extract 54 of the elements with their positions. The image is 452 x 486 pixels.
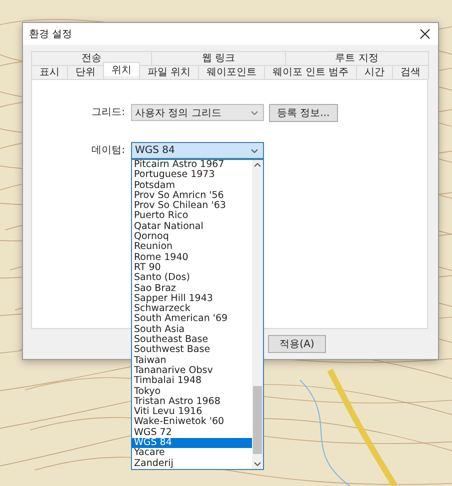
properties-button[interactable]: 등록 정보...: [269, 104, 338, 122]
list-option[interactable]: Qatar National: [132, 222, 252, 232]
scrollbar-thumb[interactable]: [253, 386, 262, 454]
grid-dropdown[interactable]: 사용자 정의 그리드: [131, 104, 264, 121]
tab[interactable]: 단위: [66, 65, 104, 79]
list-option[interactable]: Santo (Dos): [132, 273, 252, 284]
list-option[interactable]: Tananarive Obsv: [132, 366, 252, 376]
list-option[interactable]: Sao Braz: [132, 284, 252, 294]
tab[interactable]: 위치: [102, 62, 140, 76]
list-option[interactable]: Prov So Chilean '63: [132, 201, 252, 212]
list-option[interactable]: WGS 84: [132, 438, 252, 448]
list-option[interactable]: Sapper Hill 1943: [132, 294, 252, 304]
close-icon[interactable]: [420, 29, 430, 39]
datum-label: 데이텀:: [90, 144, 125, 158]
list-option[interactable]: Tristan Astro 1968: [132, 396, 252, 408]
tab[interactable]: 전송: [31, 51, 152, 65]
tab[interactable]: 검색: [392, 65, 430, 79]
list-option[interactable]: Portuguese 1973: [132, 170, 252, 181]
list-option[interactable]: Timbalai 1948: [132, 376, 252, 387]
list-option[interactable]: Qornoq: [132, 232, 252, 242]
list-option[interactable]: Wake-Eniwetok '60: [132, 417, 252, 428]
list-option[interactable]: Pitcairn Astro 1967: [132, 160, 252, 170]
list-option[interactable]: Yacare: [132, 448, 252, 459]
chevron-down-icon: [251, 110, 258, 114]
list-option[interactable]: Reunion: [132, 242, 252, 253]
list-option[interactable]: Rome 1940: [132, 252, 252, 263]
list-option[interactable]: Southeast Base: [132, 335, 252, 346]
list-option[interactable]: RT 90: [132, 262, 252, 274]
window-title: 환경 설정: [29, 28, 72, 41]
tab[interactable]: 웹 링크: [151, 51, 286, 65]
tab[interactable]: 루트 지정: [284, 51, 429, 65]
tab[interactable]: 웨이포 인트 범주: [264, 65, 358, 79]
list-option[interactable]: South Asia: [132, 324, 252, 336]
list-option[interactable]: Potsdam: [132, 180, 252, 191]
apply-button[interactable]: 적용(A): [268, 335, 326, 353]
datum-dropdown[interactable]: WGS 84: [131, 142, 264, 159]
list-option[interactable]: Schwarzeck: [132, 304, 252, 314]
tab[interactable]: 시간: [356, 65, 394, 79]
list-option[interactable]: Zanderij: [132, 458, 252, 469]
list-option[interactable]: Tokyo: [132, 386, 252, 397]
tab[interactable]: 표시: [31, 65, 68, 79]
tab[interactable]: 파일 위치: [138, 65, 199, 79]
grid-label: 그리드:: [90, 106, 125, 120]
list-option[interactable]: South American '69: [132, 314, 252, 325]
list-option[interactable]: Prov So Amricn '56: [132, 190, 252, 202]
list-option[interactable]: Puerto Rico: [132, 211, 252, 222]
scroll-up-icon[interactable]: [254, 163, 261, 167]
list-option[interactable]: Southwest Base: [132, 345, 252, 356]
list-option[interactable]: WGS 72: [132, 428, 252, 438]
list-option[interactable]: Taiwan: [132, 356, 252, 366]
tab[interactable]: 웨이포인트: [198, 65, 265, 79]
chevron-down-icon: [251, 148, 258, 152]
scroll-down-icon[interactable]: [254, 462, 261, 466]
list-option[interactable]: Viti Levu 1916: [132, 407, 252, 418]
